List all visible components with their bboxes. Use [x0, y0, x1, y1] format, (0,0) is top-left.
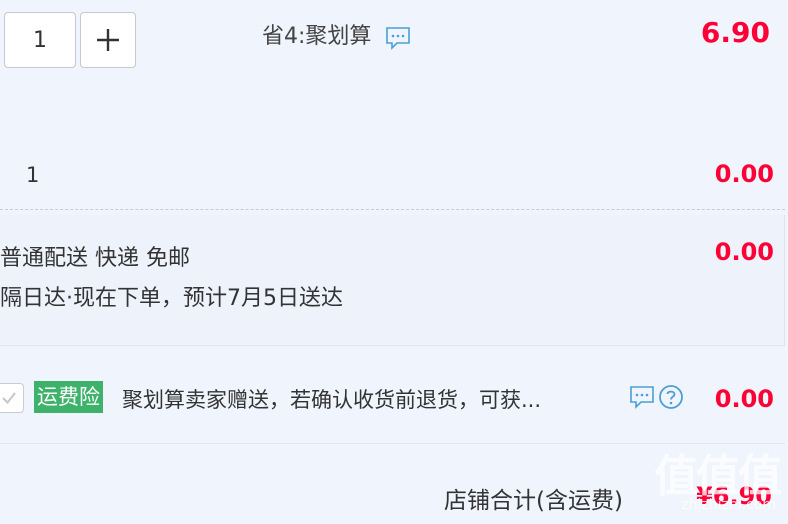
delivery-method: 普通配送 快递 免邮 — [0, 246, 190, 271]
plus-icon — [97, 29, 119, 51]
message-icon[interactable] — [628, 384, 656, 414]
watermark-url: zhizhizhi.com — [681, 497, 776, 513]
insurance-description: 聚划算卖家赠送，若确认收货前退货，可获... — [122, 388, 542, 412]
insurance-checkbox[interactable] — [0, 383, 24, 413]
insurance-price: 0.00 — [714, 385, 774, 413]
section-divider — [0, 209, 785, 210]
shop-total-label: 店铺合计(含运费) — [444, 488, 623, 514]
divider — [0, 345, 785, 346]
promo-row: 省4:聚划算 — [262, 18, 412, 51]
item-price: 6.90 — [700, 16, 770, 49]
check-icon — [2, 392, 16, 405]
promo-label: 省4:聚划算 — [262, 24, 372, 49]
insurance-icons — [628, 384, 684, 414]
delivery-estimate: 隔日达·现在下单，预计7月5日送达 — [0, 286, 343, 311]
quantity-input[interactable]: 1 — [4, 12, 76, 68]
help-icon[interactable] — [658, 384, 684, 414]
gift-quantity: 1 — [26, 163, 40, 187]
watermark-logo: 值值值 — [654, 451, 782, 502]
insurance-badge: 运费险 — [34, 381, 103, 413]
message-icon[interactable] — [378, 24, 412, 51]
increase-quantity-button[interactable] — [80, 12, 136, 68]
gift-price: 0.00 — [714, 160, 774, 188]
delivery-price: 0.00 — [714, 238, 774, 266]
